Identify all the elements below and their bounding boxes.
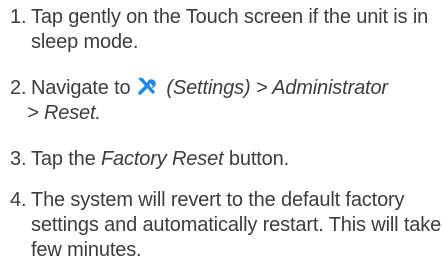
step-2-prefix: Navigate to (31, 77, 131, 99)
administrator-menu-label: Administrator (272, 77, 388, 99)
step-3: 3. Tap the Factory Reset button. (0, 147, 447, 172)
step-1-text: Tap gently on the Touch screen if the un… (31, 6, 429, 53)
factory-reset-label: Factory Reset (100, 148, 224, 170)
step-4-text: The system will revert to the default fa… (31, 189, 447, 261)
settings-icon (138, 77, 156, 95)
reset-menu-label: Reset. (43, 102, 101, 124)
step-4-number: 4. (10, 189, 27, 211)
instruction-page: 1. Tap gently on the Touch screen if the… (0, 0, 447, 265)
step-1-number: 1. (10, 6, 27, 28)
step-4: 4. The system will revert to the default… (0, 188, 447, 263)
step-3-prefix: Tap the (31, 148, 101, 170)
step-2: 2. Navigate to (Settings) > Administrato… (0, 76, 447, 126)
step-2-number: 2. (10, 77, 27, 99)
path-separator-1: > (250, 77, 273, 99)
step-3-number: 3. (10, 148, 27, 170)
step-1: 1. Tap gently on the Touch screen if the… (0, 5, 447, 55)
settings-menu-label: (Settings) (166, 77, 251, 99)
step-3-suffix: button. (223, 148, 290, 170)
path-separator-2: > (27, 102, 44, 124)
